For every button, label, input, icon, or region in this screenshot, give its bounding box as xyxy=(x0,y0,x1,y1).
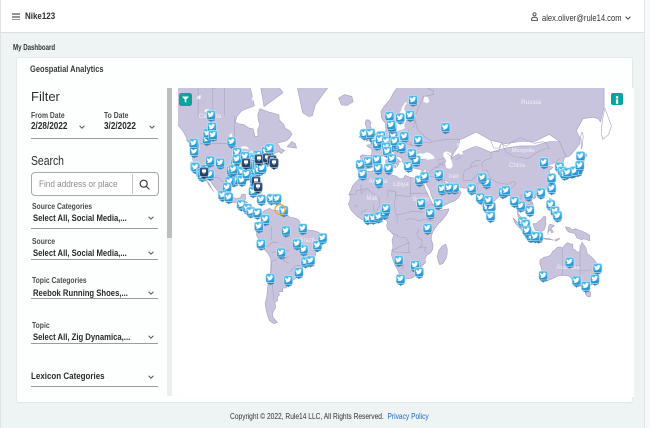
svg-text:Libya: Libya xyxy=(393,181,409,188)
svg-text:Mali: Mali xyxy=(366,196,377,202)
svg-text:Russia: Russia xyxy=(521,99,541,106)
svg-text:China: China xyxy=(509,163,525,169)
svg-text:Mongolia: Mongolia xyxy=(512,148,535,154)
svg-text:Iran: Iran xyxy=(449,174,459,180)
svg-text:Kazakhstan: Kazakhstan xyxy=(457,143,486,149)
